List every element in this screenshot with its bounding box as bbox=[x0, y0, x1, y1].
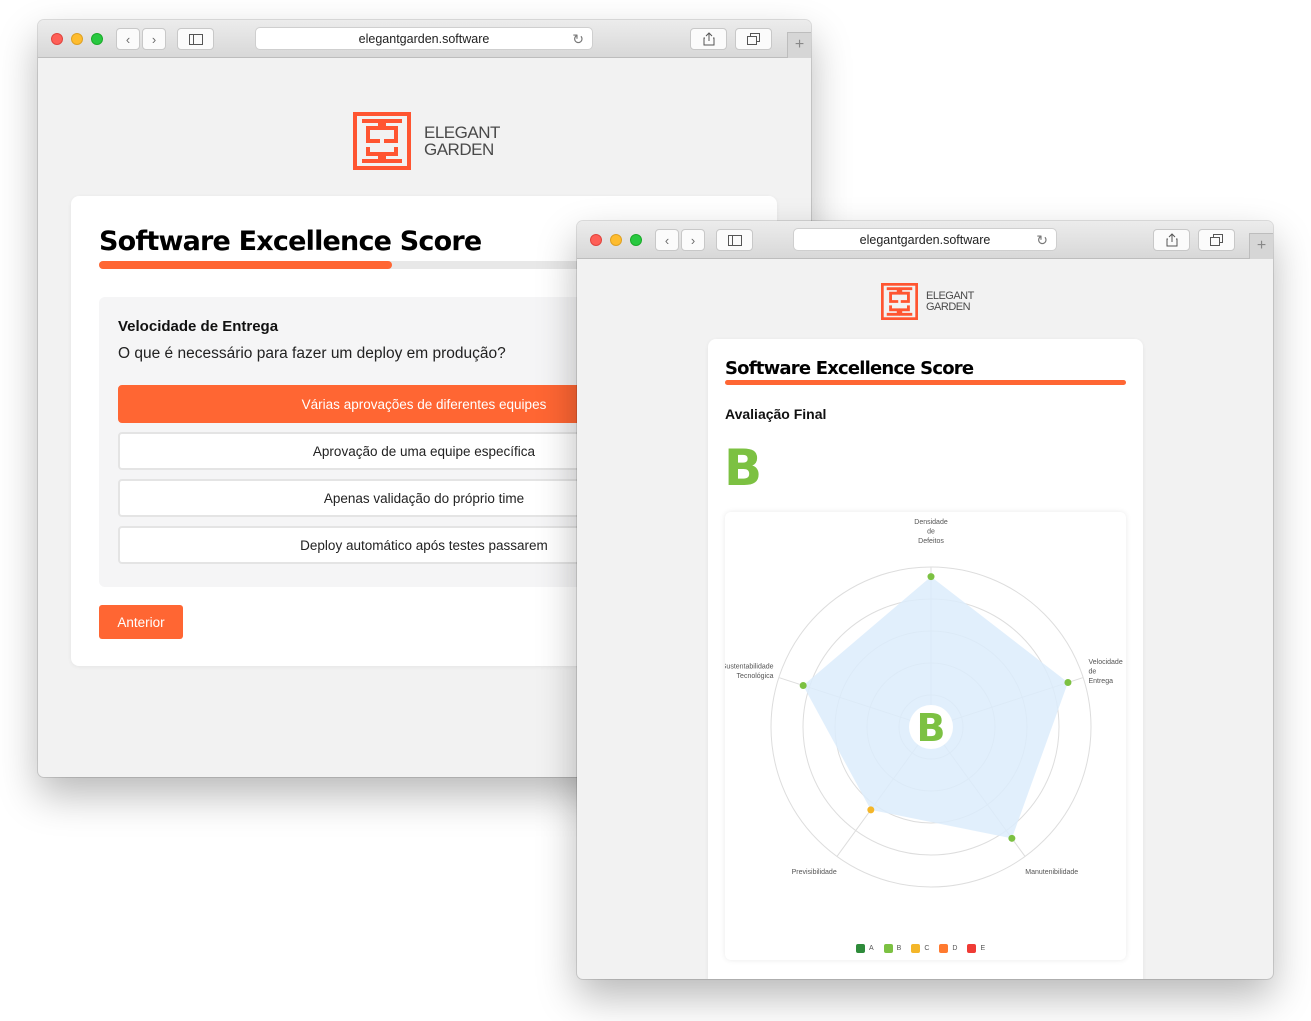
browser-titlebar: ‹ › elegantgarden.software ↻ + bbox=[38, 20, 811, 58]
radar-point bbox=[867, 806, 875, 814]
new-tab-button[interactable]: + bbox=[1249, 233, 1273, 259]
forward-button[interactable]: › bbox=[142, 28, 166, 50]
close-window-button[interactable] bbox=[590, 234, 602, 246]
close-window-button[interactable] bbox=[51, 33, 63, 45]
brand-wordmark: ELEGANT GARDEN bbox=[424, 124, 500, 158]
legend-swatch bbox=[939, 944, 949, 953]
legend-label: E bbox=[980, 945, 986, 952]
legend-item: E bbox=[967, 944, 985, 953]
brand-logo: ELEGANT GARDEN bbox=[353, 112, 500, 170]
page-title: Software Excellence Score bbox=[725, 358, 974, 379]
legend-swatch bbox=[911, 944, 921, 953]
forward-button[interactable]: › bbox=[681, 229, 705, 251]
back-button[interactable]: ‹ bbox=[655, 229, 679, 251]
answer-option-label: Deploy automático após testes passarem bbox=[300, 537, 548, 553]
legend-label: C bbox=[924, 945, 930, 952]
center-grade-label: B bbox=[917, 706, 946, 750]
brand-line-1: ELEGANT bbox=[926, 289, 974, 302]
tabs-icon bbox=[1210, 234, 1223, 246]
progress-bar-fill bbox=[725, 380, 1126, 385]
sidebar-toggle-button[interactable] bbox=[177, 28, 214, 50]
radar-point bbox=[799, 681, 807, 689]
radar-chart: B Densidade de Defeitos Velocidade de Entrega M… bbox=[725, 519, 1123, 888]
address-bar[interactable]: elegantgarden.software ↻ bbox=[793, 228, 1057, 251]
legend-item: B bbox=[883, 944, 902, 953]
share-button[interactable] bbox=[1153, 229, 1190, 251]
radar-axis-label: Velocidade de Entrega bbox=[1088, 659, 1122, 685]
chevron-left-icon: ‹ bbox=[664, 232, 670, 248]
radar-axis-label: Densidade de Defeitos bbox=[914, 519, 948, 545]
question-section-title: Velocidade de Entrega bbox=[118, 318, 279, 335]
maximize-window-button[interactable] bbox=[91, 33, 103, 45]
chart-legend: A B C D E bbox=[856, 944, 985, 953]
legend-swatch bbox=[883, 944, 893, 953]
final-evaluation-title: Avaliação Final bbox=[725, 406, 827, 422]
previous-button[interactable]: Anterior bbox=[99, 605, 183, 639]
radar-chart-card: B Densidade de Defeitos Velocidade de Entrega M… bbox=[725, 512, 1126, 960]
progress-bar-fill bbox=[99, 261, 392, 269]
legend-swatch bbox=[967, 944, 977, 953]
minimize-window-button[interactable] bbox=[610, 234, 622, 246]
answer-option-label: Apenas validação do próprio time bbox=[323, 490, 525, 506]
new-tab-button[interactable]: + bbox=[787, 32, 811, 58]
final-grade: B bbox=[724, 439, 763, 497]
brand-line-2: GARDEN bbox=[424, 140, 494, 159]
plus-icon: + bbox=[794, 36, 805, 53]
brand-wordmark: ELEGANT GARDEN bbox=[926, 289, 974, 313]
back-button[interactable]: ‹ bbox=[116, 28, 140, 50]
progress-bar bbox=[725, 380, 1126, 385]
address-bar[interactable]: elegantgarden.software ↻ bbox=[255, 27, 593, 50]
maximize-window-button[interactable] bbox=[630, 234, 642, 246]
brand-logo: ELEGANT GARDEN bbox=[881, 283, 974, 320]
elegant-garden-logo-icon bbox=[353, 112, 411, 170]
chevron-right-icon: › bbox=[690, 232, 696, 248]
legend-label: A bbox=[869, 945, 874, 952]
legend-item: D bbox=[939, 944, 957, 953]
legend-item: A bbox=[856, 944, 874, 953]
tabs-overview-button[interactable] bbox=[1198, 229, 1235, 251]
elegant-garden-logo-icon bbox=[881, 283, 918, 320]
legend-label: B bbox=[896, 945, 902, 952]
tabs-icon bbox=[747, 33, 760, 45]
legend-label: D bbox=[952, 945, 958, 952]
plus-icon: + bbox=[1256, 237, 1267, 254]
sidebar-icon bbox=[727, 234, 742, 246]
answer-option-label: Aprovação de uma equipe específica bbox=[312, 443, 536, 459]
url-text: elegantgarden.software bbox=[358, 31, 490, 46]
sidebar-icon bbox=[188, 33, 203, 45]
brand-line-2: GARDEN bbox=[926, 300, 971, 313]
browser-window-result: ‹ › elegantgarden.software ↻ + ELEGANT G… bbox=[577, 221, 1273, 979]
legend-item: C bbox=[911, 944, 929, 953]
question-text: O que é necessário para fazer um deploy … bbox=[118, 345, 506, 362]
share-icon bbox=[703, 32, 714, 46]
radar-axis-label: Previsibilidade bbox=[792, 869, 837, 876]
share-button[interactable] bbox=[690, 28, 727, 50]
radar-point bbox=[1008, 834, 1016, 842]
chevron-left-icon: ‹ bbox=[125, 31, 131, 47]
tabs-overview-button[interactable] bbox=[735, 28, 772, 50]
brand-line-1: ELEGANT bbox=[424, 123, 500, 142]
radar-point bbox=[927, 573, 935, 581]
share-icon bbox=[1166, 233, 1177, 247]
browser-titlebar: ‹ › elegantgarden.software ↻ + bbox=[577, 221, 1273, 259]
answer-option-label: Várias aprovações de diferentes equipes bbox=[301, 396, 547, 412]
chevron-right-icon: › bbox=[151, 31, 157, 47]
minimize-window-button[interactable] bbox=[71, 33, 83, 45]
radar-axis-label: Manutenibilidade bbox=[1025, 869, 1078, 876]
url-text: elegantgarden.software bbox=[859, 232, 991, 247]
radar-point bbox=[1064, 679, 1072, 687]
radar-axis-label: Sustentabilidade Tecnológica bbox=[725, 664, 774, 681]
sidebar-toggle-button[interactable] bbox=[716, 229, 753, 251]
page-title: Software Excellence Score bbox=[99, 226, 482, 257]
legend-swatch bbox=[856, 944, 865, 953]
result-card: Software Excellence Score Avaliação Fina… bbox=[708, 339, 1143, 979]
reload-icon[interactable]: ↻ bbox=[572, 31, 584, 48]
reload-icon[interactable]: ↻ bbox=[1036, 232, 1048, 249]
